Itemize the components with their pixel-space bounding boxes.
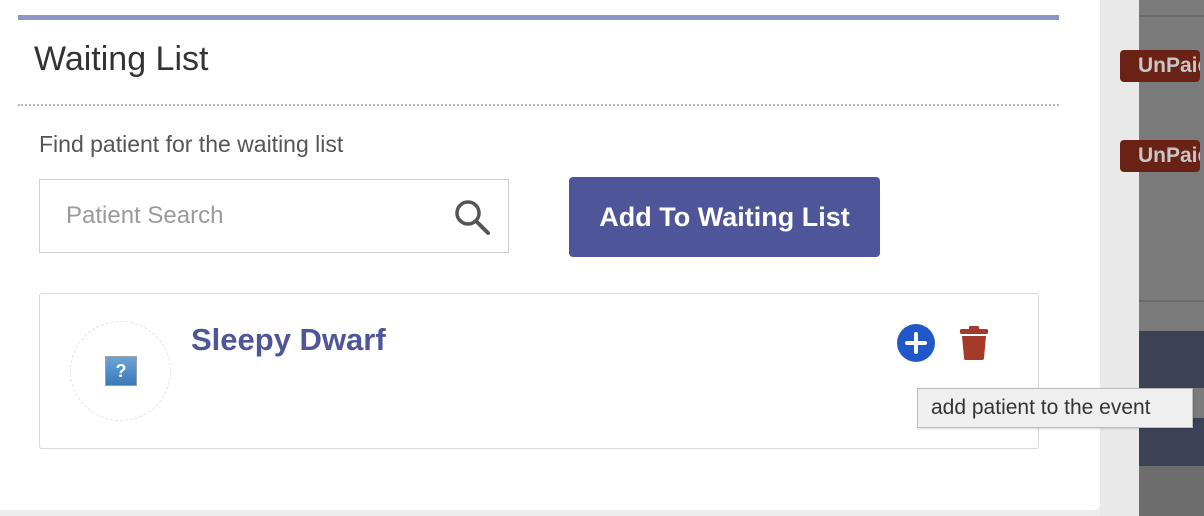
modal-title: Waiting List: [34, 40, 209, 78]
background-row-highlight: [1139, 331, 1204, 388]
title-divider: [18, 104, 1059, 106]
add-patient-to-event-button[interactable]: [897, 324, 935, 362]
add-patient-tooltip: add patient to the event: [917, 388, 1193, 428]
plus-circle-icon: [905, 332, 927, 354]
unpaid-badge: UnPaid: [1120, 140, 1200, 172]
background-divider: [1139, 300, 1204, 302]
background-divider: [1139, 15, 1204, 17]
background-footer: [1139, 466, 1204, 516]
modal-top-accent-bar: [18, 15, 1059, 20]
patient-name[interactable]: Sleepy Dwarf: [191, 322, 386, 358]
broken-image-icon: ?: [105, 356, 137, 386]
trash-icon[interactable]: [960, 326, 988, 360]
patient-card: [39, 293, 1039, 449]
search-icon[interactable]: [452, 197, 492, 237]
patient-search-box[interactable]: [39, 179, 509, 253]
waiting-list-modal: Waiting List Find patient for the waitin…: [0, 0, 1100, 510]
find-patient-label: Find patient for the waiting list: [39, 131, 344, 157]
unpaid-badge: UnPaid: [1120, 50, 1200, 82]
add-to-waiting-list-button[interactable]: Add To Waiting List: [569, 177, 880, 257]
patient-search-input[interactable]: [41, 181, 451, 251]
